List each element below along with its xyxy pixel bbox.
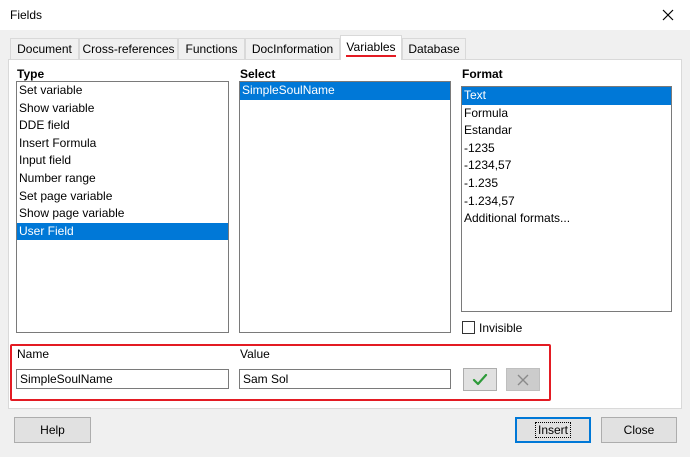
- select-list[interactable]: SimpleSoulName: [239, 81, 451, 333]
- format-item-1234-57[interactable]: -1234,57: [462, 157, 671, 175]
- value-field[interactable]: Sam Sol: [239, 369, 451, 389]
- close-button[interactable]: Close: [601, 417, 677, 443]
- invisible-label: Invisible: [479, 321, 523, 335]
- delete-button[interactable]: [506, 368, 540, 391]
- format-list[interactable]: Text Formula Estandar -1235 -1234,57 -1.…: [461, 86, 672, 312]
- format-item-additional-formats[interactable]: Additional formats...: [462, 210, 671, 228]
- invisible-checkbox[interactable]: [462, 321, 475, 334]
- format-item-formula[interactable]: Formula: [462, 105, 671, 123]
- format-item-1-235[interactable]: -1.235: [462, 175, 671, 193]
- type-label: Type: [17, 67, 45, 81]
- x-icon: [517, 374, 529, 385]
- type-item-dde-field[interactable]: DDE field: [17, 117, 228, 135]
- format-item-1-234-57[interactable]: -1.234,57: [462, 193, 671, 211]
- apply-button[interactable]: [463, 368, 497, 391]
- insert-button[interactable]: Insert: [515, 417, 591, 443]
- tab-docinformation[interactable]: DocInformation: [245, 38, 340, 59]
- format-item-1235[interactable]: -1235: [462, 140, 671, 158]
- tab-cross-references[interactable]: Cross-references: [79, 38, 178, 59]
- format-label: Format: [462, 67, 503, 81]
- type-item-insert-formula[interactable]: Insert Formula: [17, 135, 228, 153]
- type-item-show-variable[interactable]: Show variable: [17, 100, 228, 118]
- close-icon: [662, 9, 674, 21]
- format-item-estandar[interactable]: Estandar: [462, 122, 671, 140]
- name-label: Name: [17, 347, 50, 361]
- type-item-set-variable[interactable]: Set variable: [17, 82, 228, 100]
- tab-document[interactable]: Document: [10, 38, 79, 59]
- type-list[interactable]: Set variable Show variable DDE field Ins…: [16, 81, 229, 333]
- value-label: Value: [240, 347, 270, 361]
- type-item-user-field[interactable]: User Field: [17, 222, 228, 241]
- tab-database[interactable]: Database: [402, 38, 466, 59]
- help-button[interactable]: Help: [14, 417, 91, 443]
- format-item-text[interactable]: Text: [462, 87, 671, 105]
- title-bar: [0, 0, 690, 30]
- type-item-number-range[interactable]: Number range: [17, 170, 228, 188]
- window-title: Fields: [10, 8, 43, 22]
- checkmark-icon: [472, 373, 488, 385]
- close-window-button[interactable]: [653, 3, 683, 27]
- tab-variables[interactable]: Variables: [340, 35, 402, 60]
- name-field[interactable]: SimpleSoulName: [16, 369, 229, 389]
- tab-functions[interactable]: Functions: [178, 38, 245, 59]
- select-label: Select: [240, 67, 276, 81]
- type-item-input-field[interactable]: Input field: [17, 152, 228, 170]
- type-item-show-page-variable[interactable]: Show page variable: [17, 205, 228, 223]
- type-item-set-page-variable[interactable]: Set page variable: [17, 188, 228, 206]
- select-item-simplesoulname[interactable]: SimpleSoulName: [240, 82, 450, 100]
